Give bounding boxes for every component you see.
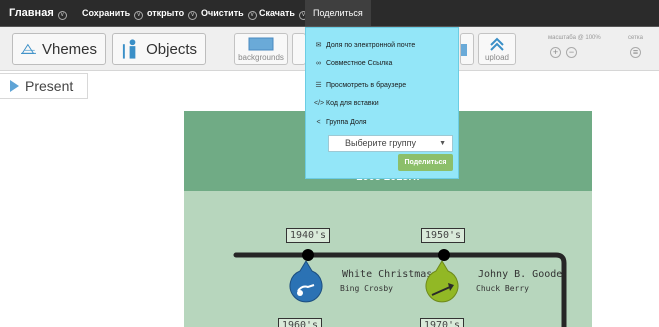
share-link-item[interactable]: ∞ Совместное Ссылка	[314, 60, 392, 67]
chevron-down-icon: ▼	[439, 140, 446, 147]
code-icon: </>	[314, 100, 325, 107]
hidden-toolbar-button[interactable]	[292, 33, 306, 65]
themes-button[interactable]: Vhemes	[12, 33, 106, 65]
embed-code-item[interactable]: </> Код для вставки	[314, 100, 379, 107]
grid-toggle-button[interactable]: ≡	[630, 47, 641, 58]
share-email-item[interactable]: ✉ Доля по электронной почте	[314, 41, 416, 50]
decade-label: 1940's	[286, 228, 330, 243]
menu-share[interactable]: Поделиться	[305, 0, 371, 26]
link-icon: ∞	[316, 60, 321, 67]
themes-label: Vhemes	[41, 40, 97, 58]
trumpet-icon[interactable]	[424, 261, 460, 307]
browser-icon: ☰	[315, 82, 322, 89]
chevron-down-icon: v	[188, 11, 198, 20]
share-dropdown-menu: ✉ Доля по электронной почте ∞ Совместное…	[305, 27, 459, 179]
timeline-node[interactable]	[438, 249, 450, 261]
share-icon: <	[316, 119, 321, 126]
menu-save[interactable]: Сохранить v	[82, 0, 144, 26]
chevron-down-icon: v	[247, 11, 257, 20]
menu-clear[interactable]: Очистить v	[201, 0, 257, 26]
themes-icon	[21, 43, 36, 54]
objects-icon	[122, 39, 136, 59]
objects-button[interactable]: Objects	[112, 33, 206, 65]
menu-open[interactable]: открыто v	[147, 0, 198, 26]
present-button[interactable]: Present	[0, 73, 88, 99]
upload-button[interactable]: upload	[478, 33, 516, 65]
top-menubar: Главная v Сохранить v открыто v Очистить v С…	[0, 0, 659, 26]
group-share-item[interactable]: < Группа Доля	[314, 119, 366, 126]
backgrounds-icon	[248, 37, 274, 51]
menu-download[interactable]: Скачать v	[259, 0, 308, 26]
backgrounds-button[interactable]: backgrounds	[234, 33, 288, 65]
song-title: Johny B. Goode	[478, 269, 563, 280]
chevron-down-icon: v	[57, 11, 67, 20]
decade-label: 1970's	[420, 318, 464, 327]
decade-label: 1960's	[278, 318, 322, 327]
timeline-node[interactable]	[302, 249, 314, 261]
share-button[interactable]: Поделиться	[398, 154, 453, 171]
chevron-down-icon: v	[134, 11, 144, 20]
envelope-icon: ✉	[315, 42, 322, 49]
menu-home[interactable]: Главная v	[9, 0, 67, 26]
play-icon	[10, 80, 19, 92]
saxophone-icon[interactable]	[288, 261, 324, 307]
objects-label: Objects	[146, 40, 197, 58]
present-label: Present	[25, 78, 74, 94]
upload-icon	[490, 37, 504, 51]
partial-toolbar-button[interactable]	[460, 33, 474, 65]
decade-label: 1950's	[421, 228, 465, 243]
scale-label: масштаба @ 100%	[548, 35, 601, 41]
group-select[interactable]: Выберите группу ▼	[328, 135, 453, 152]
song-title: White Christmas	[342, 269, 433, 280]
song-artist: Chuck Berry	[476, 284, 529, 293]
zoom-in-button[interactable]: +	[550, 47, 561, 58]
image-icon	[461, 44, 467, 56]
zoom-out-button[interactable]: −	[566, 47, 577, 58]
view-in-browser-item[interactable]: ☰ Просмотреть в браузере	[314, 81, 406, 90]
song-artist: Bing Crosby	[340, 284, 393, 293]
grid-label: сетка	[628, 35, 643, 41]
